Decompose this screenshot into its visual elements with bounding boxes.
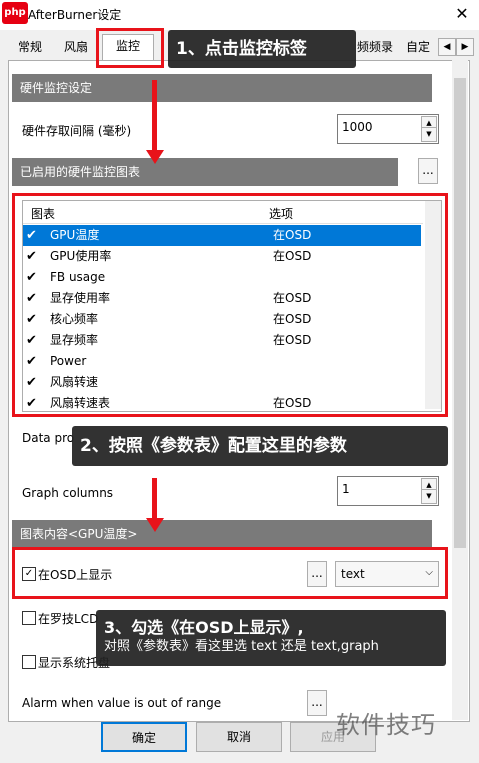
show-tray-checkbox[interactable] <box>22 655 36 669</box>
graphs-more-button[interactable]: ... <box>418 158 438 184</box>
close-icon[interactable]: ✕ <box>452 4 472 24</box>
tab-scroll-left-icon[interactable]: ◀ <box>438 38 456 56</box>
callout-step-2: 2、按照《参数表》配置这里的参数 <box>72 426 448 466</box>
title-bar: php AfterBurner设定 ✕ <box>0 0 479 30</box>
panel-scrollbar[interactable] <box>452 60 468 720</box>
alarm-label: Alarm when value is out of range <box>22 696 222 710</box>
annotation-box-osd <box>12 547 448 599</box>
tab-fan[interactable]: 风扇 <box>58 36 94 58</box>
callout-step-3-detail: 对照《参数表》看这里选 text 还是 text,graph <box>104 639 379 654</box>
tab-scroll-right-icon[interactable]: ▶ <box>456 38 474 56</box>
graph-columns-stepper[interactable]: 1 ▲ ▼ <box>337 476 439 506</box>
annotation-box-tab <box>96 28 164 68</box>
graph-content-header: 图表内容<GPU温度> <box>12 520 432 548</box>
poll-interval-label: 硬件存取间隔 (毫秒) <box>22 124 132 138</box>
graph-columns-value[interactable]: 1 <box>342 482 350 496</box>
arrow-down-icon <box>152 478 157 520</box>
stepper-down-icon[interactable]: ▼ <box>421 127 437 142</box>
arrow-head-icon <box>146 150 164 164</box>
panel-scroll-thumb[interactable] <box>454 78 466 548</box>
ok-button[interactable]: 确定 <box>101 722 187 752</box>
alarm-more-button[interactable]: ... <box>307 690 327 716</box>
tab-video-recording[interactable]: 频频录 <box>352 36 398 58</box>
watermark: 软件技巧 <box>336 711 436 739</box>
tab-general[interactable]: 常规 <box>12 36 48 58</box>
enabled-graphs-header: 已启用的硬件监控图表 <box>12 158 398 186</box>
graph-columns-label: Graph columns <box>22 486 114 500</box>
arrow-down-icon <box>152 80 157 150</box>
window-title: AfterBurner设定 <box>28 8 122 22</box>
show-lcd-label[interactable]: 在罗技LCD <box>38 610 98 627</box>
poll-interval-value[interactable]: 1000 <box>342 120 373 134</box>
cancel-button[interactable]: 取消 <box>196 722 282 752</box>
callout-step-3: 3、勾选《在OSD上显示》, 对照《参数表》看这里选 text 还是 text,… <box>96 610 446 666</box>
stepper-down-icon[interactable]: ▼ <box>421 489 437 504</box>
data-provider-label: Data pro <box>22 431 75 445</box>
callout-step-3-title: 3、勾选《在OSD上显示》, <box>104 618 304 637</box>
show-lcd-checkbox[interactable] <box>22 611 36 625</box>
poll-interval-stepper[interactable]: 1000 ▲ ▼ <box>337 114 439 144</box>
hardware-settings-header: 硬件监控设定 <box>12 74 432 102</box>
tab-custom[interactable]: 自定 <box>404 36 432 58</box>
callout-step-1: 1、点击监控标签 <box>168 30 356 68</box>
annotation-box-list <box>12 193 448 417</box>
app-logo: php <box>2 2 28 24</box>
arrow-head-icon <box>146 518 164 532</box>
